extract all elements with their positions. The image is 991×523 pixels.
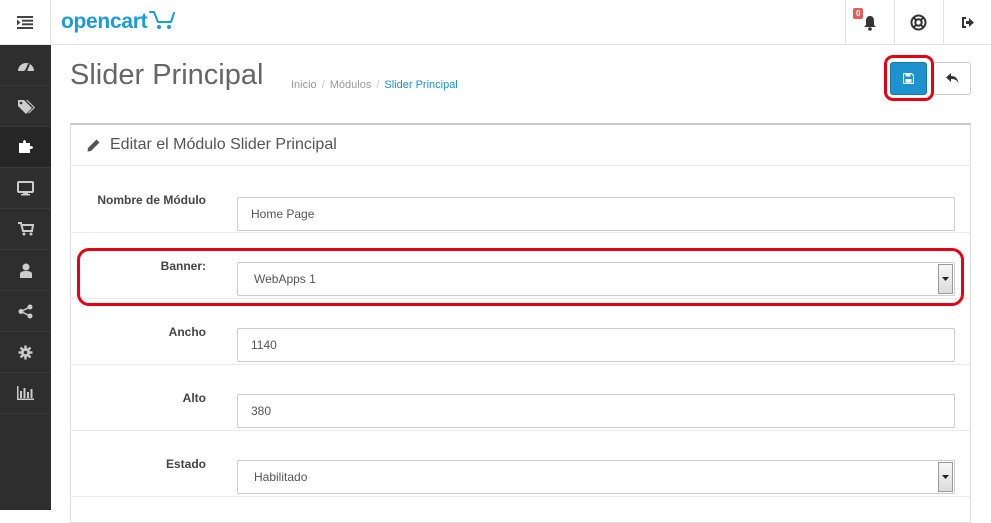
notifications-badge: 0 [853,8,864,19]
banner-select[interactable]: WebApps 1 [237,262,955,296]
sign-out-icon [961,17,974,28]
breadcrumb-separator: / [376,79,380,91]
panel-heading: Editar el Módulo Slider Principal [71,125,970,166]
breadcrumb-current[interactable]: Slider Principal [384,79,457,91]
module-name-input[interactable]: Home Page [237,197,955,231]
top-header: opencart 0 [0,0,991,45]
back-button[interactable] [933,62,971,95]
sidebar-item-sales[interactable] [0,209,51,250]
cart-icon [17,222,34,236]
status-select[interactable]: Habilitado [237,460,955,494]
user-icon [19,263,32,278]
cart-logo-icon [149,11,176,29]
sidebar-item-catalog[interactable] [0,86,51,127]
reply-icon [945,73,958,84]
desktop-icon [17,180,34,195]
sidebar-item-customers[interactable] [0,250,51,291]
banner-label: Banner: [160,258,206,273]
height-input[interactable]: 380 [237,394,955,428]
name-label: Nombre de Módulo [97,192,206,207]
form-row-status: Estado Habilitado [71,431,970,497]
banner-select-value: WebApps 1 [254,272,316,286]
sidebar [0,45,51,510]
breadcrumb: Inicio / Módulos / Slider Principal [291,79,458,91]
logo-text: opencart [61,10,148,33]
life-ring-icon [910,14,927,31]
bar-chart-icon [17,386,34,400]
width-label: Ancho [168,324,206,339]
width-input[interactable]: 1140 [237,328,955,362]
form-row-width: Ancho 1140 [71,299,970,365]
menu-toggle-button[interactable] [0,0,51,45]
sidebar-item-system[interactable] [0,332,51,373]
page-title: Slider Principal [70,59,264,91]
status-select-arrow[interactable] [938,462,953,492]
form-row-banner: Banner: WebApps 1 [71,233,970,299]
dashboard-icon [17,62,34,72]
help-button[interactable] [894,0,942,45]
form-row-height: Alto 380 [71,365,970,431]
pencil-icon [87,139,100,151]
cog-icon [18,345,33,359]
status-label: Estado [165,456,206,471]
tags-icon [17,99,35,114]
save-button[interactable] [890,62,927,95]
sidebar-item-marketing[interactable] [0,291,51,332]
puzzle-icon [18,140,33,153]
status-select-value: Habilitado [254,470,308,484]
sidebar-item-extensions[interactable] [0,127,51,168]
sidebar-item-design[interactable] [0,168,51,209]
breadcrumb-home[interactable]: Inicio [291,79,317,91]
module-edit-panel: Editar el Módulo Slider Principal Nombre… [70,123,971,523]
form-row-name: Nombre de Módulo Home Page [71,167,970,233]
height-label: Alto [182,390,206,405]
sidebar-item-reports[interactable] [0,373,51,414]
floppy-disk-icon [903,73,914,84]
banner-select-arrow[interactable] [938,264,953,294]
sidebar-item-dashboard[interactable] [0,45,51,86]
share-icon [18,304,33,318]
panel-title: Editar el Módulo Slider Principal [110,136,337,153]
menu-indent-icon [17,16,33,29]
notifications-button[interactable]: 0 [845,0,893,45]
caret-down-icon [942,475,949,479]
breadcrumb-modules[interactable]: Módulos [330,79,372,91]
breadcrumb-separator: / [321,79,325,91]
opencart-logo[interactable]: opencart [61,8,176,36]
caret-down-icon [942,277,949,281]
bell-icon [863,15,876,31]
logout-button[interactable] [943,0,991,45]
